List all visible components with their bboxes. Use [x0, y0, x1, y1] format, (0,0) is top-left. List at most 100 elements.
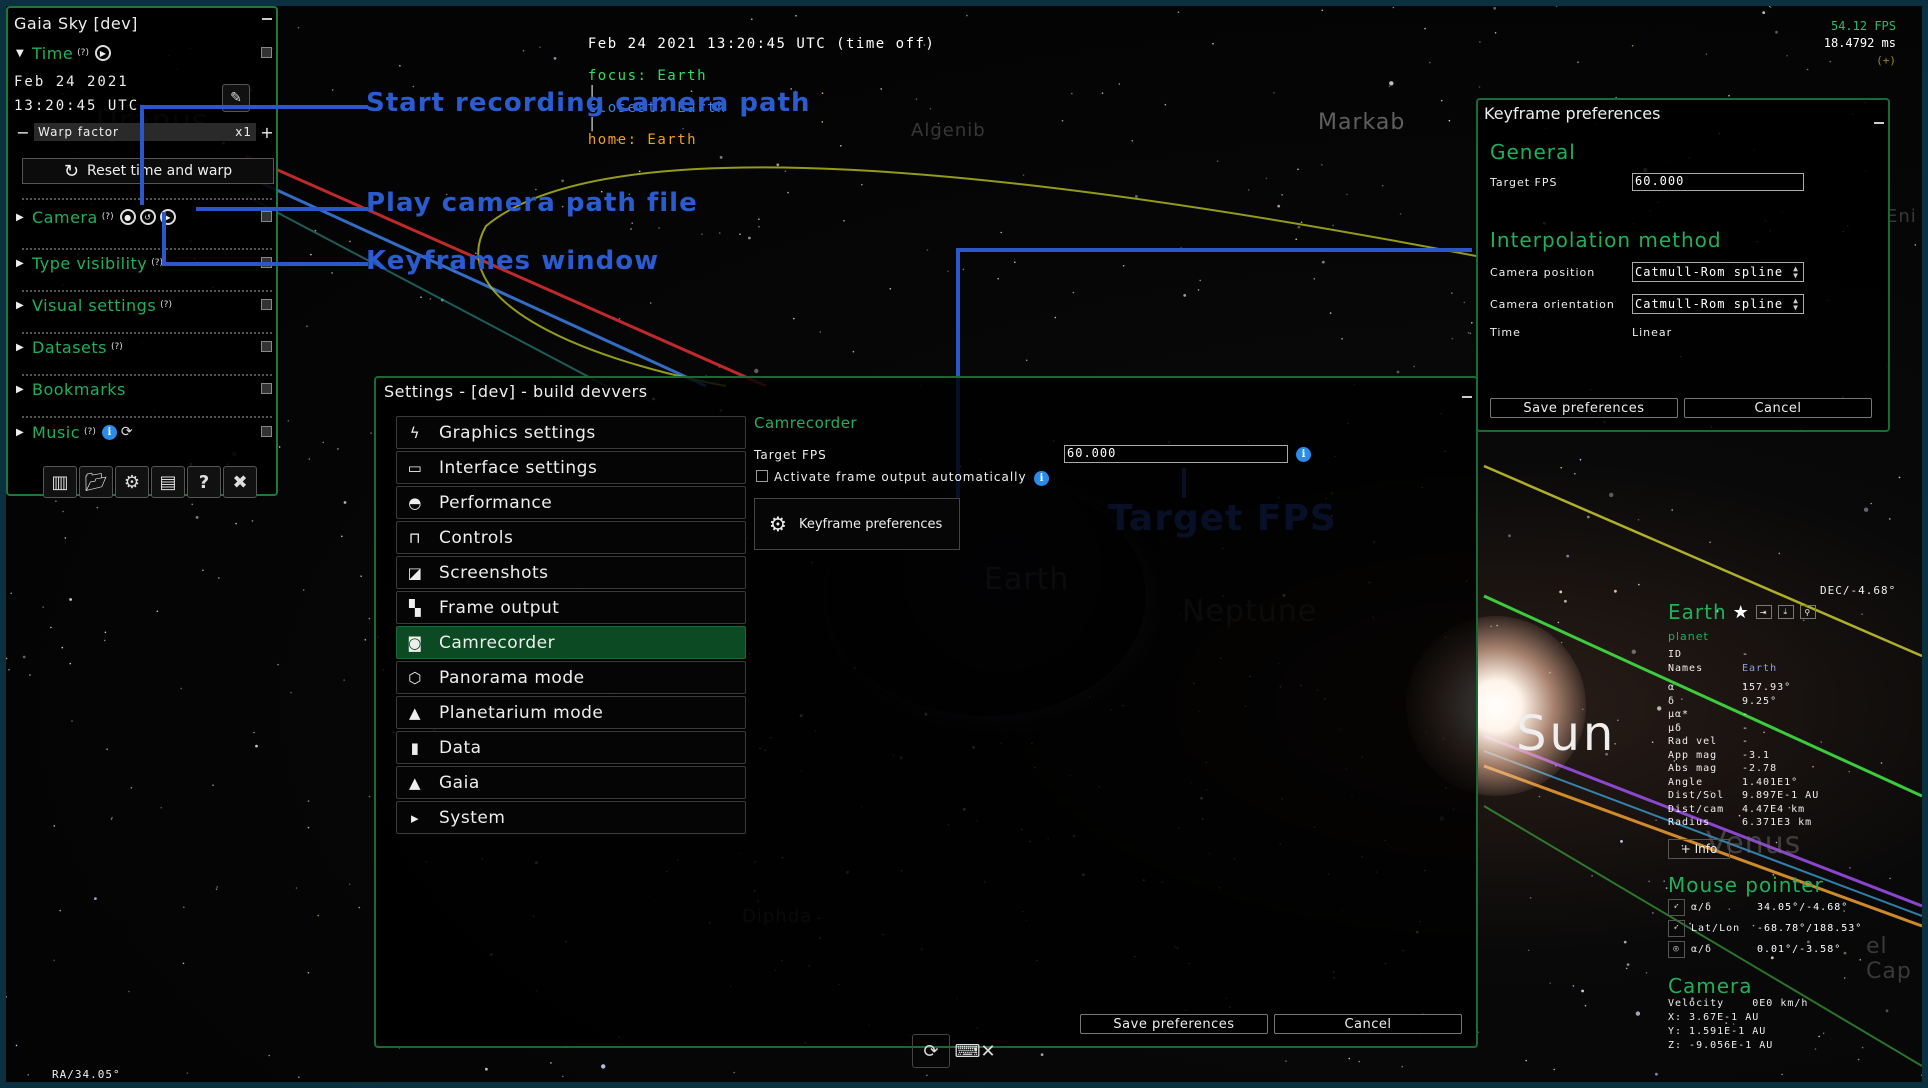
cancel-button[interactable]: Cancel [1274, 1014, 1462, 1034]
debug-toggle[interactable]: (+) [1824, 52, 1896, 69]
land-icon[interactable]: ⤓ [1777, 605, 1794, 619]
annotation-line [140, 105, 368, 109]
target-fps-input[interactable]: 60.000 [1064, 445, 1288, 463]
warp-factor-slider[interactable]: − Warp factor x1 + [16, 122, 274, 142]
nav-item-gaia[interactable]: ▲ Gaia [396, 766, 746, 799]
help-button[interactable]: ? [187, 466, 221, 498]
load-button[interactable]: 📂︎ [79, 466, 113, 498]
nav-item-frame-output[interactable]: ▚ Frame output [396, 591, 746, 624]
attribute-key: Abs mag [1668, 763, 1718, 774]
land-at-icon[interactable]: ⚲ [1799, 605, 1816, 619]
play-camera-file-icon[interactable]: ↺ [139, 209, 156, 225]
quit-button[interactable]: ✖ [223, 466, 257, 498]
refresh-icon[interactable]: ⟳ [121, 424, 133, 440]
focus-name: Earth [1668, 600, 1727, 624]
cam-orientation-select[interactable]: Catmull-Rom spline ▲ ▼ [1632, 294, 1804, 314]
section-label[interactable]: Type visibility [32, 254, 147, 273]
popout-icon[interactable] [261, 299, 272, 310]
popout-icon[interactable] [261, 341, 272, 352]
expand-arrow-icon[interactable]: ▶ [16, 300, 26, 311]
nav-item-performance[interactable]: ◓ Performance [396, 486, 746, 519]
nav-item-interface-settings[interactable]: ▭ Interface settings [396, 451, 746, 484]
nav-item-planetarium-mode[interactable]: ▲ Planetarium mode [396, 696, 746, 729]
section-label[interactable]: Time [32, 44, 73, 63]
section-datasets[interactable]: ▶ Datasets (?) [16, 334, 274, 360]
keyboard-toggle-button[interactable]: ⌨✕ [954, 1034, 995, 1068]
keyframe-preferences-button[interactable]: ⚙ Keyframe preferences [754, 498, 960, 550]
nav-item-screenshots[interactable]: ◪ Screenshots [396, 556, 746, 589]
attribute-row: Rad vel - [1668, 736, 1918, 750]
expand-arrow-icon[interactable]: ▶ [16, 258, 26, 269]
help-icon[interactable]: (?) [77, 48, 89, 58]
attribute-value: 6.371E3 km [1742, 817, 1813, 828]
section-visual-settings[interactable]: ▶ Visual settings (?) [16, 292, 274, 318]
cam-position-select[interactable]: Catmull-Rom spline ▲ ▼ [1632, 262, 1804, 282]
kf-cancel-button[interactable]: Cancel [1684, 398, 1872, 418]
expand-arrow-icon[interactable]: ▶ [16, 384, 26, 395]
info-icon[interactable]: i [101, 424, 117, 440]
help-icon[interactable]: (?) [102, 212, 114, 222]
map-button[interactable]: ▥ [43, 466, 77, 498]
info-icon[interactable]: i [1034, 471, 1049, 486]
record-camera-icon[interactable]: ● [119, 209, 136, 225]
help-icon[interactable]: (?) [84, 427, 96, 437]
info-icon[interactable]: i [1296, 447, 1311, 462]
popout-icon[interactable] [261, 47, 272, 58]
kf-target-fps-input[interactable]: 60.000 [1632, 173, 1804, 191]
section-label[interactable]: Datasets [32, 338, 107, 357]
cam-orientation-value: Catmull-Rom spline [1635, 297, 1784, 311]
goto-icon[interactable]: ⇥ [1755, 605, 1772, 619]
auto-frame-checkbox[interactable] [756, 470, 768, 482]
expand-arrow-icon[interactable]: ▶ [16, 212, 26, 223]
section-bookmarks[interactable]: ▶ Bookmarks [16, 376, 274, 402]
nav-item-system[interactable]: ▸ System [396, 801, 746, 834]
mouse-row: ◎ α/δ 0.01°/-3.58° [1668, 939, 1918, 960]
minus-icon[interactable]: − [16, 123, 30, 142]
pointer-icon[interactable]: ➶ [1668, 898, 1685, 916]
reset-time-button[interactable]: ↻ Reset time and warp [22, 158, 274, 184]
minimize-button[interactable] [1462, 396, 1472, 398]
nav-item-data[interactable]: ▮ Data [396, 731, 746, 764]
target-icon[interactable]: ◎ [1668, 940, 1685, 958]
camera-row: Y: 1.591E-1 AU [1668, 1025, 1767, 1037]
popout-icon[interactable] [261, 211, 272, 222]
nav-item-graphics-settings[interactable]: ϟ Graphics settings [396, 416, 746, 449]
expand-arrow-icon[interactable]: ▶ [16, 342, 26, 353]
expand-arrow-icon[interactable]: ▶ [16, 427, 26, 438]
minimap-toggle-button[interactable]: ⟳ [912, 1034, 950, 1068]
preferences-button[interactable]: ⚙ [115, 466, 149, 498]
minimize-button[interactable] [262, 18, 272, 20]
popout-icon[interactable] [261, 426, 272, 437]
expand-arrow-icon[interactable]: ▼ [16, 48, 26, 59]
spinner-icon: ▲ ▼ [1793, 264, 1799, 280]
plus-icon[interactable]: + [260, 123, 274, 142]
nav-item-label: Panorama mode [439, 667, 585, 688]
warp-bar[interactable]: Warp factor x1 [34, 123, 256, 141]
section-time[interactable]: ▼ Time (?) ▶ [16, 40, 274, 66]
more-info-button[interactable]: + Info [1668, 838, 1730, 859]
section-label[interactable]: Camera [32, 208, 98, 227]
nav-item-controls[interactable]: ⊓ Controls [396, 521, 746, 554]
popout-icon[interactable] [261, 383, 272, 394]
kf-save-button[interactable]: Save preferences [1490, 398, 1678, 418]
attribute-value: 9.897E-1 AU [1742, 790, 1820, 801]
section-label[interactable]: Music [32, 423, 80, 442]
section-label[interactable]: Bookmarks [32, 380, 126, 399]
attribute-key: ID [1668, 649, 1683, 660]
help-icon[interactable]: (?) [160, 300, 172, 310]
help-icon[interactable]: (?) [111, 342, 123, 352]
attribute-key: Dist/Sol [1668, 790, 1725, 801]
nav-item-panorama-mode[interactable]: ⬡ Panorama mode [396, 661, 746, 694]
nav-item-camrecorder[interactable]: ◙ Camrecorder [396, 626, 746, 659]
tool-bar: ▥ 📂︎ ⚙ ▤ ? ✖ [43, 466, 257, 498]
attribute-row: μα* - [1668, 709, 1918, 723]
section-music[interactable]: ▶ Music (?) i ⟳ [16, 419, 274, 445]
pointer-icon[interactable]: ➶ [1668, 919, 1685, 937]
section-label[interactable]: Visual settings [32, 296, 156, 315]
save-preferences-button[interactable]: Save preferences [1080, 1014, 1268, 1034]
control-panel-title: Gaia Sky [dev] [14, 14, 138, 33]
minimize-button[interactable] [1874, 122, 1884, 124]
bookmark-star-icon[interactable]: ★ [1733, 602, 1750, 623]
log-button[interactable]: ▤ [151, 466, 185, 498]
play-time-icon[interactable]: ▶ [94, 45, 111, 61]
